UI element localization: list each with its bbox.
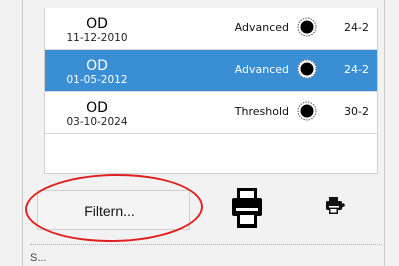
eye-cell: OD (86, 100, 108, 116)
filter-button[interactable]: Filtern... (37, 190, 190, 230)
test-cell: 30-2 (344, 105, 369, 118)
strategy-cell: Threshold (234, 105, 289, 118)
print-button[interactable] (222, 182, 272, 234)
exam-panel: OD 11-12-2010 Advanced 24-2 OD 01-05-201… (0, 0, 399, 266)
test-cell: 24-2 (344, 21, 369, 34)
panel-border-right (384, 0, 385, 266)
fixation-target-icon (297, 59, 317, 79)
date-cell: 01-05-2012 (66, 74, 128, 86)
panel-divider (30, 244, 382, 245)
eye-cell: OD (86, 58, 108, 74)
date-cell: 03-10-2024 (66, 116, 128, 128)
strategy-cell: Advanced (234, 63, 289, 76)
table-row-selected[interactable]: OD 01-05-2012 Advanced 24-2 (45, 50, 377, 92)
test-cell: 24-2 (344, 63, 369, 76)
date-cell: 11-12-2010 (66, 32, 128, 44)
bottom-label: S... (30, 252, 47, 264)
panel-border-left (22, 0, 23, 266)
table-row[interactable]: OD 11-12-2010 Advanced 24-2 (45, 8, 377, 50)
strategy-cell: Advanced (234, 21, 289, 34)
fixation-target-icon (297, 17, 317, 37)
printer-icon (232, 188, 262, 228)
exam-list[interactable]: OD 11-12-2010 Advanced 24-2 OD 01-05-201… (44, 8, 378, 174)
table-row[interactable]: OD 03-10-2024 Threshold 30-2 (45, 92, 377, 134)
fixation-target-icon (297, 101, 317, 121)
printer-settings-icon (326, 197, 345, 214)
print-settings-button[interactable] (320, 192, 348, 220)
filter-button-label: Filtern... (84, 203, 135, 219)
eye-cell: OD (86, 16, 108, 32)
